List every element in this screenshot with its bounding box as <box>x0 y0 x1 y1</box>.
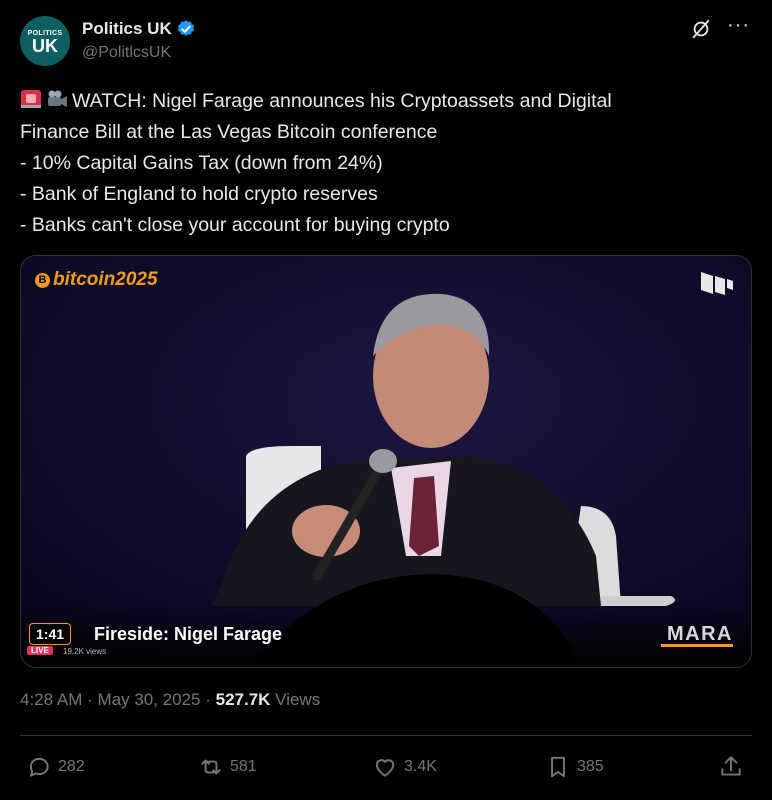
avatar-line2: UK <box>32 36 58 56</box>
bitcoin-coin-icon: B <box>35 272 50 288</box>
tweet-line-4: - Bank of England to hold crypto reserve… <box>20 183 378 205</box>
brand-text: bitcoin2025 <box>53 269 158 290</box>
handle[interactable]: @PolitlcsUK <box>82 44 171 62</box>
more-icon[interactable]: ··· <box>727 14 749 36</box>
share-button[interactable] <box>718 754 744 780</box>
reply-button[interactable]: 282 <box>26 754 85 780</box>
video-title: Fireside: Nigel Farage <box>94 624 283 644</box>
avatar[interactable]: POLITICS UK <box>20 16 70 66</box>
divider <box>20 735 752 736</box>
video-duration: 1:41 <box>29 623 72 645</box>
tweet-line: WATCH: Nigel Farage announces his Crypto… <box>20 86 760 117</box>
bookmark-icon <box>551 756 565 778</box>
tweet-line-1: WATCH: Nigel Farage announces his Crypto… <box>72 90 612 112</box>
meta-separator: · <box>200 690 216 709</box>
broadcaster-logo-icon <box>701 272 733 295</box>
verified-badge-icon <box>177 20 194 36</box>
bookmark-button[interactable]: 385 <box>545 754 604 780</box>
views-label: Views <box>270 690 321 709</box>
like-button[interactable]: 3.4K <box>372 754 437 780</box>
reply-count: 282 <box>58 758 85 775</box>
view-count: 527.7K <box>215 690 271 709</box>
tweet-line-2: Finance Bill at the Las Vegas Bitcoin co… <box>20 121 438 143</box>
siren-emoji-icon <box>21 90 41 108</box>
video-view-count: 19.2K views <box>63 647 107 656</box>
sponsor-logo: MARA <box>667 623 733 645</box>
repost-button[interactable]: 581 <box>198 754 257 780</box>
tweet-text: WATCH: Nigel Farage announces his Crypto… <box>20 86 760 241</box>
reply-icon <box>29 757 49 777</box>
tweet-date[interactable]: May 30, 2025 <box>97 690 200 709</box>
repost-count: 581 <box>230 758 257 775</box>
bitcoin2025-logo: B bitcoin2025 <box>35 269 158 291</box>
live-badge: LIVE <box>27 646 53 655</box>
share-icon <box>721 756 741 776</box>
tweet-line-3: - 10% Capital Gains Tax (down from 24%) <box>20 152 383 174</box>
meta-separator: · <box>82 690 98 709</box>
heart-icon <box>375 759 395 777</box>
like-count: 3.4K <box>404 758 437 775</box>
repost-icon <box>201 759 221 775</box>
movie-camera-emoji-icon <box>48 90 67 107</box>
grok-icon[interactable] <box>690 18 712 40</box>
sponsor-underline <box>661 644 733 647</box>
tweet-line-5: - Banks can't close your account for buy… <box>20 214 450 236</box>
display-name[interactable]: Politics UK <box>82 19 196 39</box>
bookmark-count: 385 <box>577 758 604 775</box>
tweet-meta: 4:28 AM · May 30, 2025 · 527.7K Views <box>20 690 320 710</box>
video-player[interactable]: B bitcoin2025 1:41 Fireside: Nigel Farag… <box>20 255 752 668</box>
display-name-text: Politics UK <box>82 19 172 38</box>
video-frame <box>21 256 751 667</box>
tweet-time[interactable]: 4:28 AM <box>20 690 82 709</box>
